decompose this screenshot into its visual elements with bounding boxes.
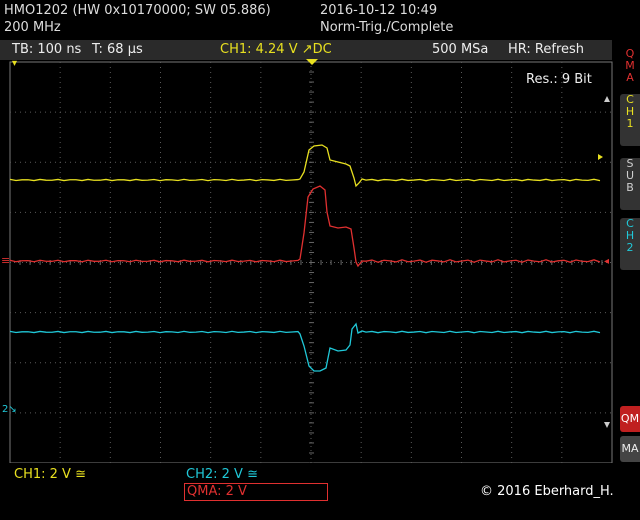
scroll-down-icon[interactable] (604, 422, 610, 428)
tab-qma-label: QMA (620, 48, 640, 84)
trigger-level-marker[interactable] (598, 154, 603, 160)
ch2-scale[interactable]: CH2: 2 V ≅ (186, 467, 258, 482)
qma-scale[interactable]: QMA: 2 V (184, 483, 328, 501)
footer-bar: CH1: 2 V ≅ CH2: 2 V ≅ QMA: 2 V © 2016 Eb… (0, 463, 640, 520)
ch1-scale[interactable]: CH1: 2 V ≅ (14, 467, 86, 482)
tab-letter: A (626, 71, 634, 84)
sidebar: QMA CH1 SUB CH2 QM MA (618, 38, 640, 468)
tab-sub-label: SUB (620, 158, 640, 194)
tab-letter: 1 (626, 117, 634, 130)
tab-qm[interactable]: QM (620, 406, 640, 432)
tab-ch1-label: CH1 (620, 94, 640, 130)
tab-ch1[interactable]: CH1 (620, 94, 640, 146)
qma-ground-marker: ≡ (1, 254, 10, 267)
tab-letter: B (626, 181, 634, 194)
tab-sub[interactable]: SUB (620, 158, 640, 210)
tab-qma[interactable]: QMA (620, 48, 640, 92)
ch2-ground-marker: 2↘ (2, 404, 17, 415)
scroll-up-icon[interactable] (604, 96, 610, 102)
ch1-marker: ▾ (12, 58, 17, 69)
tab-ch2-label: CH2 (620, 218, 640, 254)
tab-ch2[interactable]: CH2 (620, 218, 640, 270)
qma-offset-marker: ◂ (604, 256, 609, 267)
resolution-label: Res.: 9 Bit (526, 72, 592, 87)
copyright: © 2016 Eberhard_H. (480, 484, 614, 499)
tab-ma[interactable]: MA (620, 436, 640, 462)
tab-letter: 2 (626, 241, 634, 254)
ch1-trace (9, 144, 601, 188)
